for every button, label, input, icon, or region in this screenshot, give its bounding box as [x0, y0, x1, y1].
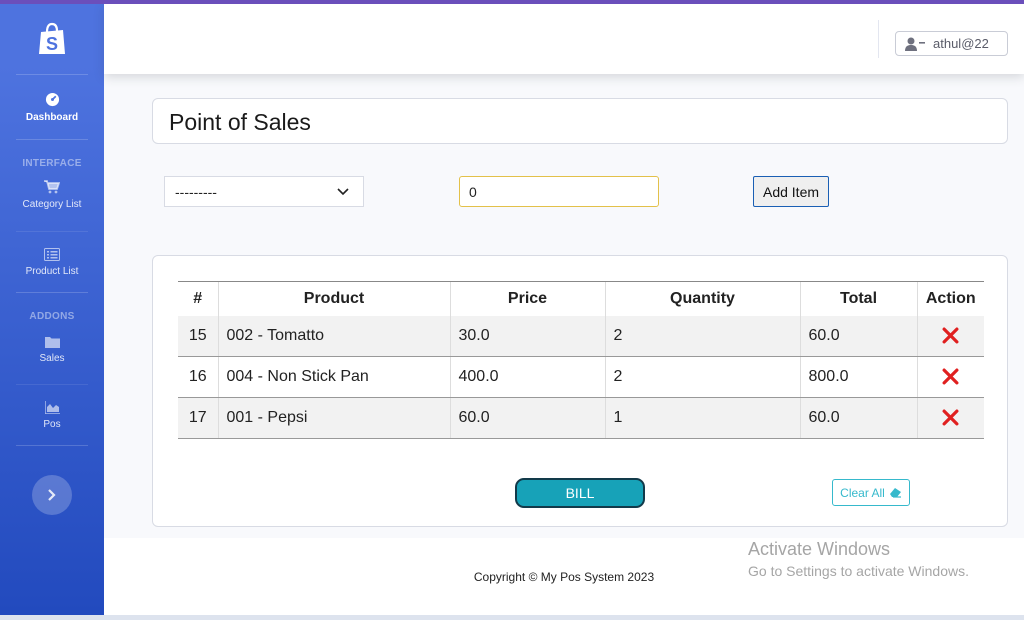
close-icon[interactable]: [942, 327, 959, 344]
add-item-button[interactable]: Add Item: [753, 176, 829, 207]
list-icon: [44, 247, 60, 261]
sidebar-item-label: Dashboard: [25, 111, 79, 123]
cell-product: 002 - Tomatto: [217, 315, 450, 357]
sidebar-item-dashboard[interactable]: Dashboard: [0, 75, 104, 139]
cell-quantity: 1: [604, 397, 800, 439]
sidebar-divider: [16, 445, 88, 446]
cell-total: 800.0: [799, 356, 917, 398]
shopping-bag-icon: S: [39, 22, 65, 54]
sidebar-item-label: Pos: [43, 418, 61, 430]
cell-product: 001 - Pepsi: [217, 397, 450, 439]
sidebar-item-label: Product List: [25, 265, 79, 277]
cell-product: 004 - Non Stick Pan: [217, 356, 450, 398]
column-header-total: Total: [799, 281, 917, 316]
sidebar-item-sales[interactable]: Sales: [0, 328, 104, 372]
cell-quantity: 2: [604, 356, 800, 398]
close-icon[interactable]: [942, 409, 959, 426]
quantity-input[interactable]: [459, 176, 659, 207]
cell-action: [916, 356, 984, 398]
chart-area-icon: [44, 400, 60, 414]
sidebar-heading-addons: ADDONS: [29, 311, 75, 322]
tachometer-icon: [45, 92, 59, 106]
clear-all-button[interactable]: Clear All: [832, 479, 910, 506]
watermark-subtitle: Go to Settings to activate Windows.: [748, 563, 969, 579]
sidebar-item-category-list[interactable]: Category List: [0, 173, 104, 217]
sidebar-toggle-button[interactable]: [32, 475, 72, 515]
close-icon[interactable]: [942, 368, 959, 385]
sidebar: S Dashboard INTERFACE Category List Prod…: [0, 4, 104, 615]
column-header-number: #: [178, 281, 218, 316]
table-row: 15 002 - Tomatto 30.0 2 60.0: [178, 315, 984, 357]
chevron-right-icon: [48, 489, 56, 501]
page-title: Point of Sales: [169, 109, 311, 135]
sidebar-divider: [16, 139, 88, 140]
topbar-divider: [878, 20, 879, 58]
product-select[interactable]: ---------: [164, 176, 364, 207]
sidebar-item-pos[interactable]: Pos: [0, 385, 104, 445]
cell-id: 15: [178, 315, 218, 357]
username: athul@22: [933, 36, 989, 51]
table-row: 16 004 - Non Stick Pan 400.0 2 800.0: [178, 356, 984, 398]
cart-table: # Product Price Quantity Total Action 15…: [178, 281, 984, 439]
column-header-action: Action: [916, 281, 984, 316]
sidebar-item-label: Sales: [39, 353, 65, 364]
bottom-strip: [0, 615, 1024, 620]
clear-all-label: Clear All: [840, 485, 885, 500]
sidebar-divider: [16, 231, 88, 232]
bill-button[interactable]: BILL: [515, 478, 645, 508]
page-title-card: Point of Sales: [152, 98, 1008, 144]
cell-id: 16: [178, 356, 218, 398]
column-header-product: Product: [217, 281, 450, 316]
user-menu-button[interactable]: athul@22: [895, 31, 1008, 56]
cell-id: 17: [178, 397, 218, 439]
user-minus-icon: [905, 37, 925, 51]
chevron-down-icon: [337, 187, 349, 195]
cell-action: [916, 315, 984, 357]
sidebar-brand[interactable]: S: [0, 4, 104, 74]
eraser-icon: [889, 488, 901, 498]
cell-price: 30.0: [449, 315, 605, 357]
table-header-row: # Product Price Quantity Total Action: [178, 281, 984, 316]
cell-total: 60.0: [799, 315, 917, 357]
sidebar-item-product-list[interactable]: Product List: [0, 232, 104, 292]
column-header-price: Price: [449, 281, 605, 316]
cart-icon: [44, 180, 60, 194]
sidebar-divider: [16, 384, 88, 385]
product-select-value: ---------: [175, 183, 217, 200]
topbar: athul@22: [104, 4, 1024, 74]
cell-action: [916, 397, 984, 439]
cell-price: 400.0: [449, 356, 605, 398]
folder-icon: [44, 337, 60, 348]
watermark-title: Activate Windows: [748, 539, 891, 559]
cell-total: 60.0: [799, 397, 917, 439]
cell-quantity: 2: [604, 315, 800, 357]
sidebar-divider: [16, 292, 88, 293]
cell-price: 60.0: [449, 397, 605, 439]
column-header-quantity: Quantity: [604, 281, 800, 316]
sidebar-item-label: Category List: [22, 199, 82, 210]
windows-activation-watermark: Activate Windows Go to Settings to activ…: [748, 539, 969, 579]
svg-text:S: S: [46, 34, 58, 54]
top-accent-stripe: [0, 0, 1024, 4]
table-row: 17 001 - Pepsi 60.0 1 60.0: [178, 397, 984, 439]
sidebar-heading-interface: INTERFACE: [22, 158, 82, 169]
